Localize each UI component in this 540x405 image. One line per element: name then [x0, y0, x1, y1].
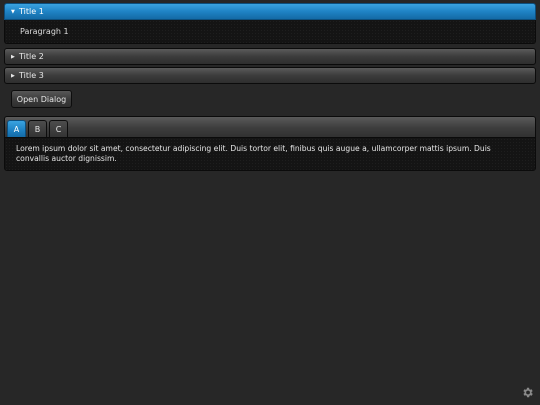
- triangle-right-icon: ▶: [11, 72, 15, 79]
- tab-a[interactable]: A: [7, 120, 26, 137]
- triangle-right-icon: ▶: [11, 53, 15, 60]
- tab-panel-content: Lorem ipsum dolor sit amet, consectetur …: [16, 144, 491, 163]
- tab-c[interactable]: C: [49, 120, 68, 137]
- accordion-header-title-2[interactable]: ▶ Title 2: [4, 48, 536, 65]
- open-dialog-button[interactable]: Open Dialog: [11, 90, 72, 108]
- accordion-title-3: Title 3: [19, 71, 44, 80]
- accordion: ▼ Title 1 Paragragh 1 ▶ Title 2 ▶ Title …: [4, 3, 536, 84]
- tab-b[interactable]: B: [28, 120, 47, 137]
- accordion-header-title-3[interactable]: ▶ Title 3: [4, 67, 536, 84]
- accordion-title-2: Title 2: [19, 52, 44, 61]
- tab-bar: A B C: [5, 117, 535, 138]
- accordion-header-title-1[interactable]: ▼ Title 1: [4, 3, 536, 20]
- gear-icon[interactable]: [520, 385, 535, 400]
- tab-view: A B C Lorem ipsum dolor sit amet, consec…: [4, 116, 536, 171]
- triangle-down-icon: ▼: [11, 8, 15, 15]
- accordion-paragraph-1: Paragragh 1: [20, 27, 69, 36]
- accordion-title-1: Title 1: [19, 7, 44, 16]
- accordion-content-1: Paragragh 1: [4, 20, 536, 44]
